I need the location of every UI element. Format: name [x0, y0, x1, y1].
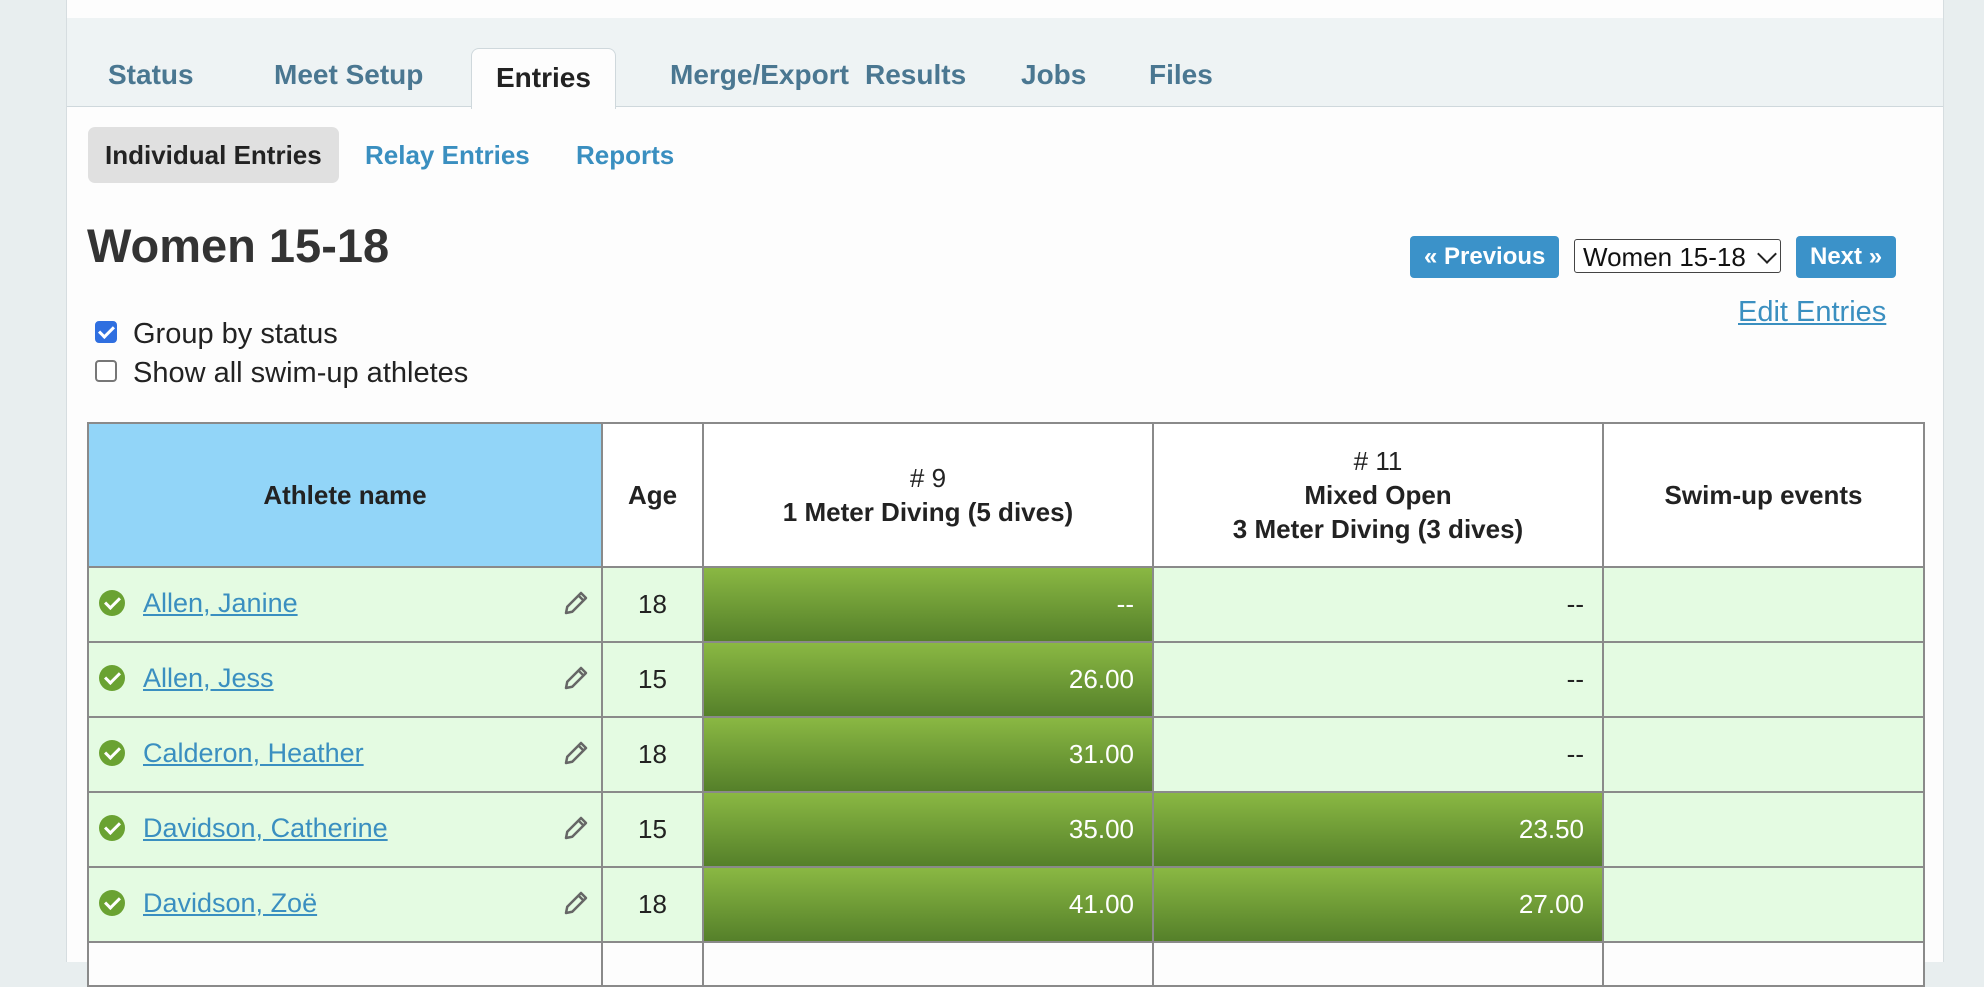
event-11-score[interactable]: -- [1152, 566, 1604, 643]
age-cell: 18 [601, 566, 704, 643]
tab-merge-export[interactable]: Merge/Export [646, 46, 873, 104]
event-9-score[interactable]: 41.00 [702, 866, 1154, 943]
subtab-individual-entries[interactable]: Individual Entries [88, 127, 339, 183]
swimup-cell [1602, 716, 1925, 793]
check-circle-icon [99, 590, 125, 616]
swimup-cell [1602, 641, 1925, 718]
check-circle-icon [99, 740, 125, 766]
swimup-cell [1602, 791, 1925, 868]
table-row: Allen, Janine 18 -- -- [87, 566, 1925, 643]
swimup-cell [1602, 566, 1925, 643]
athlete-link[interactable]: Davidson, Catherine [143, 813, 388, 844]
event-11-score[interactable]: -- [1152, 641, 1604, 718]
group-select-value: Women 15-18 [1583, 242, 1746, 272]
page-title: Women 15-18 [87, 219, 390, 272]
event-9-score[interactable]: 31.00 [702, 716, 1154, 793]
event-9-header: # 9 1 Meter Diving (5 dives) [702, 422, 1154, 568]
event-11-score[interactable]: -- [1152, 716, 1604, 793]
athlete-name-header[interactable]: Athlete name [87, 422, 603, 568]
check-circle-icon [99, 665, 125, 691]
empty-cell [87, 941, 603, 987]
pencil-icon[interactable] [561, 888, 591, 918]
main-panel: Status Meet Setup Entries Merge/Export R… [66, 0, 1944, 987]
table-row-partial [87, 941, 1925, 987]
age-cell: 15 [601, 641, 704, 718]
tab-entries[interactable]: Entries [471, 48, 616, 109]
tab-files[interactable]: Files [1125, 46, 1237, 104]
tab-meet-setup[interactable]: Meet Setup [250, 46, 447, 104]
event-9-number: # 9 [909, 463, 947, 493]
empty-cell [601, 941, 704, 987]
check-circle-icon [99, 815, 125, 841]
pencil-icon[interactable] [561, 663, 591, 693]
previous-button[interactable]: « Previous [1410, 236, 1560, 278]
event-9-name: 1 Meter Diving (5 dives) [782, 497, 1074, 527]
age-cell: 18 [601, 716, 704, 793]
athlete-name-cell: Allen, Janine [87, 566, 603, 643]
subtab-reports[interactable]: Reports [559, 127, 691, 183]
table-row: Calderon, Heather 18 31.00 -- [87, 716, 1925, 793]
athlete-name-cell: Allen, Jess [87, 641, 603, 718]
pencil-icon[interactable] [561, 813, 591, 843]
event-9-score[interactable]: -- [702, 566, 1154, 643]
chevron-down-icon [1757, 244, 1777, 264]
main-tab-bar: Status Meet Setup Entries Merge/Export R… [67, 18, 1943, 109]
group-by-status-label: Group by status [133, 318, 338, 350]
event-9-score[interactable]: 35.00 [702, 791, 1154, 868]
event-9-score[interactable]: 26.00 [702, 641, 1154, 718]
athlete-link[interactable]: Davidson, Zoë [143, 888, 317, 919]
athlete-link[interactable]: Calderon, Heather [143, 738, 364, 769]
age-cell: 18 [601, 866, 704, 943]
age-header[interactable]: Age [601, 422, 704, 568]
athlete-link[interactable]: Allen, Jess [143, 663, 274, 694]
table-row: Davidson, Catherine 15 35.00 23.50 [87, 791, 1925, 868]
show-all-swimup-label: Show all swim-up athletes [133, 357, 469, 389]
table-row: Davidson, Zoë 18 41.00 27.00 [87, 866, 1925, 943]
athlete-name-cell: Davidson, Zoë [87, 866, 603, 943]
tab-results[interactable]: Results [841, 46, 990, 104]
table-row: Allen, Jess 15 26.00 -- [87, 641, 1925, 718]
empty-cell [1602, 941, 1925, 987]
event-11-number: # 11 [1353, 446, 1403, 476]
group-by-status-checkbox[interactable] [95, 321, 117, 344]
event-11-header: # 11 Mixed Open 3 Meter Diving (3 dives) [1152, 422, 1604, 568]
swimup-cell [1602, 866, 1925, 943]
pencil-icon[interactable] [561, 738, 591, 768]
tab-status[interactable]: Status [84, 46, 218, 104]
pencil-icon[interactable] [561, 588, 591, 618]
swimup-header: Swim-up events [1602, 422, 1925, 568]
subtab-relay-entries[interactable]: Relay Entries [348, 127, 547, 183]
event-11-score[interactable]: 23.50 [1152, 791, 1604, 868]
show-all-swimup-checkbox[interactable] [95, 360, 117, 383]
event-11-line2: 3 Meter Diving (3 dives) [1232, 514, 1524, 544]
show-all-swimup-option[interactable]: Show all swim-up athletes [95, 357, 468, 390]
athlete-name-cell: Davidson, Catherine [87, 791, 603, 868]
group-select[interactable]: Women 15-18 [1574, 239, 1781, 273]
check-circle-icon [99, 890, 125, 916]
entries-table: Athlete name Age # 9 1 Meter Diving (5 d… [87, 422, 1925, 987]
event-11-score[interactable]: 27.00 [1152, 866, 1604, 943]
next-button[interactable]: Next » [1796, 236, 1897, 278]
edit-entries-link[interactable]: Edit Entries [1738, 296, 1886, 329]
event-11-line1: Mixed Open [1304, 480, 1452, 510]
empty-cell [1152, 941, 1604, 987]
age-cell: 15 [601, 791, 704, 868]
table-header-row: Athlete name Age # 9 1 Meter Diving (5 d… [87, 422, 1925, 568]
athlete-name-cell: Calderon, Heather [87, 716, 603, 793]
group-by-status-option[interactable]: Group by status [95, 318, 338, 351]
tab-jobs[interactable]: Jobs [997, 46, 1110, 104]
athlete-link[interactable]: Allen, Janine [143, 588, 298, 619]
empty-cell [702, 941, 1154, 987]
